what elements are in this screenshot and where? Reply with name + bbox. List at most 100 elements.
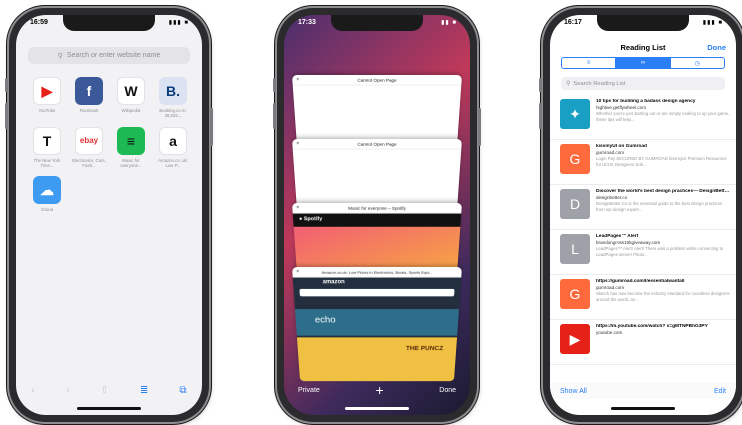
tabs-icon[interactable]: ⧉ xyxy=(179,385,186,396)
search-placeholder: Search Reading List xyxy=(573,80,626,87)
item-thumbnail: G xyxy=(560,144,590,174)
home-indicator xyxy=(611,407,675,410)
item-url: youtube.com xyxy=(596,329,623,335)
private-button[interactable]: Private xyxy=(298,387,320,394)
home-indicator xyxy=(77,407,141,410)
done-button[interactable]: Done xyxy=(707,43,726,52)
tabs-toolbar: Private + Done xyxy=(284,381,470,399)
icloud-icon: ☁ xyxy=(33,176,61,205)
notch xyxy=(597,15,689,31)
item-text: 10 tips for building a badass design age… xyxy=(596,99,730,135)
favorite-item[interactable]: a Amazon.co. uk: Low P... xyxy=(154,126,192,169)
home-indicator xyxy=(345,407,409,410)
item-desc: LeadPages™ Alert! Alert! There was a pro… xyxy=(596,246,724,257)
item-thumbnail: ▶ xyxy=(560,324,590,354)
item-title: Discover the world's best design practic… xyxy=(596,189,730,194)
search-icon: ⚲ xyxy=(566,80,571,87)
tab-header: × Amazon.co.uk: Low Prices in Electronic… xyxy=(292,267,462,278)
favorite-item[interactable]: ≡ Music for everyone... xyxy=(112,126,150,169)
spotify-icon: ≡ xyxy=(117,126,145,155)
facebook-icon: f xyxy=(75,77,103,105)
favorite-item[interactable]: T The New York Time... xyxy=(28,126,66,169)
reading-list-item[interactable]: ✦ 10 tips for building a badass design ag… xyxy=(550,95,736,140)
tab-header: × Music for everyone – Spotify xyxy=(292,203,462,214)
reading-list-item[interactable]: D Discover the world's best design practi… xyxy=(550,185,736,230)
bookmarks-icon[interactable]: ≣ xyxy=(140,385,148,396)
favorites-grid: ▶ YouTube f Facebook W Wikipedia B. Booking.co … xyxy=(28,77,190,213)
share-icon[interactable]: ⇧ xyxy=(100,385,108,396)
item-desc: Whether you're just starting out or are … xyxy=(596,111,730,122)
address-bar[interactable]: ⚲ Search or enter website name xyxy=(28,47,190,64)
favorite-caption: Wikipedia xyxy=(121,108,141,113)
item-thumbnail: G xyxy=(560,279,590,309)
favorite-item[interactable]: f Facebook xyxy=(70,77,108,119)
reading-list-item[interactable]: ▶ https://m.youtube.com/watch? v=gMTNPBhG… xyxy=(550,320,736,365)
reading-list-search[interactable]: ⚲ Search Reading List xyxy=(561,77,725,90)
favorite-caption: Electronics, Cars, Fash... xyxy=(72,157,106,169)
close-tab-icon[interactable]: × xyxy=(296,141,299,147)
edit-button[interactable]: Edit xyxy=(714,388,726,395)
status-time: 16:59 xyxy=(30,19,48,26)
show-all-button[interactable]: Show All xyxy=(560,388,587,395)
favorite-caption: Amazon.co. uk: Low P... xyxy=(158,157,188,169)
item-thumbnail: ✦ xyxy=(560,99,590,129)
tabs-screen: 17:33 ▮▮ ■ × Cannot Open Page × Cannot O… xyxy=(284,15,470,415)
status-icons: ▮▮ ■ xyxy=(441,20,457,26)
bookmarks-tab-icon[interactable]: ≡ xyxy=(562,58,617,68)
close-tab-icon[interactable]: × xyxy=(296,77,299,83)
amazon-icon: a xyxy=(159,126,187,155)
item-text: https://gumroad.com/l/essentialwantall gu… xyxy=(596,279,730,315)
amazon-search-bar xyxy=(299,288,455,297)
favorite-caption: YouTube xyxy=(38,108,56,113)
youtube-icon: ▶ xyxy=(33,77,61,105)
history-tab-icon[interactable]: ◷ xyxy=(671,58,724,68)
favorite-caption: Booking.co m: 28,032... xyxy=(159,108,187,119)
favorite-item[interactable]: ebay Electronics, Cars, Fash... xyxy=(70,126,108,169)
reading-list-item[interactable]: L LeadPages™ Alert brandongross10kgiveaway… xyxy=(550,230,736,275)
tab-card[interactable]: × Amazon.co.uk: Low Prices in Electronic… xyxy=(292,267,462,382)
status-time: 17:33 xyxy=(298,19,316,26)
mute-switch xyxy=(5,78,8,92)
back-icon[interactable]: ‹ xyxy=(32,385,35,396)
close-tab-icon[interactable]: × xyxy=(296,205,299,211)
favorites-screen: 16:59 ▮▮▮ ■ ⚲ Search or enter website na… xyxy=(16,15,202,415)
safari-toolbar: ‹ › ⇧ ≣ ⧉ xyxy=(16,381,202,399)
item-thumbnail: D xyxy=(560,189,590,219)
item-desc: Login Pay SECURED BY GUMROAD kissmyUI Pr… xyxy=(596,156,727,167)
item-text: kissmyUI on Gumroad gumroad.com Login Pay … xyxy=(596,144,730,180)
item-desc: Sketch has now become the industry stand… xyxy=(596,291,730,302)
favorite-caption: The New York Time... xyxy=(33,157,61,169)
tab-title: Cannot Open Page xyxy=(357,141,397,147)
favorite-caption: iCloud xyxy=(40,207,54,213)
favorite-item[interactable]: B. Booking.co m: 28,032... xyxy=(154,77,192,119)
amazon-promo: THE PUNCZ xyxy=(296,337,458,382)
reading-list-item[interactable]: Ghttps://gumroad.com/l/essentialwantall g… xyxy=(550,275,736,320)
tab-header: × Cannot Open Page xyxy=(292,139,462,150)
reading-list-toolbar: Show All Edit xyxy=(550,383,736,399)
phone-tabs: 17:33 ▮▮ ■ × Cannot Open Page × Cannot O… xyxy=(273,8,481,422)
done-button[interactable]: Done xyxy=(439,387,456,394)
tab-title: Cannot Open Page xyxy=(357,77,397,83)
booking-icon: B. xyxy=(159,77,187,105)
nytimes-icon: T xyxy=(33,126,61,155)
forward-icon[interactable]: › xyxy=(66,385,69,396)
amazon-echo-banner: echo xyxy=(294,309,460,336)
new-tab-button[interactable]: + xyxy=(375,382,383,398)
power-button xyxy=(210,108,213,146)
item-thumbnail: L xyxy=(560,234,590,264)
tab-header: × Cannot Open Page xyxy=(292,75,462,86)
amazon-logo: amazon xyxy=(322,279,345,286)
reading-list-item[interactable]: GkissmyUI on Gumroad gumroad.com Login Pay… xyxy=(550,140,736,185)
close-tab-icon[interactable]: × xyxy=(296,269,299,275)
favorite-item[interactable]: ▶ YouTube xyxy=(28,77,66,119)
phone-reading-list: 16:17 ▮▮▮ ■ Reading List Done ≡ ∞ ◷ ⚲ Se… xyxy=(539,8,742,422)
status-icons: ▮▮▮ ■ xyxy=(702,20,723,26)
notch xyxy=(331,15,423,31)
volume-up-button xyxy=(5,103,8,129)
favorite-item[interactable]: ☁ iCloud xyxy=(28,176,66,212)
volume-up-button xyxy=(273,103,276,129)
favorite-caption: Facebook xyxy=(79,108,99,113)
reading-list-tab-icon[interactable]: ∞ xyxy=(616,58,671,68)
favorite-item[interactable]: W Wikipedia xyxy=(112,77,150,119)
notch xyxy=(63,15,155,31)
